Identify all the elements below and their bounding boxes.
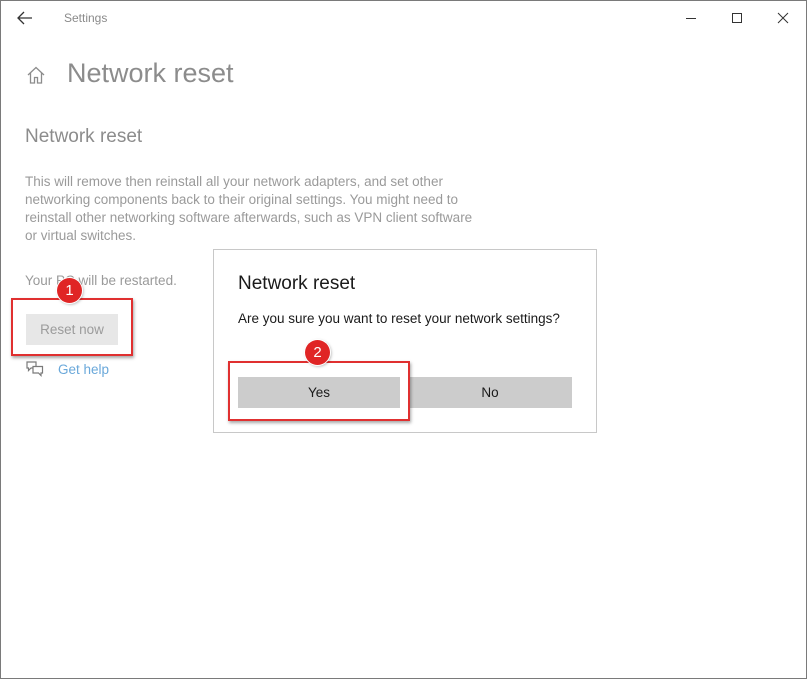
maximize-icon bbox=[732, 13, 742, 23]
maximize-button[interactable] bbox=[714, 1, 760, 35]
step-badge-1: 1 bbox=[57, 278, 82, 303]
chat-help-icon bbox=[26, 361, 44, 377]
minimize-icon bbox=[686, 18, 696, 19]
step-badge-2: 2 bbox=[305, 340, 330, 365]
title-bar: Settings bbox=[1, 1, 806, 35]
close-icon bbox=[777, 12, 789, 24]
close-button[interactable] bbox=[760, 1, 806, 35]
settings-window: Settings Network reset Network reset Thi… bbox=[0, 0, 807, 679]
dialog-title: Network reset bbox=[238, 273, 356, 294]
home-button[interactable] bbox=[25, 64, 47, 86]
section-title: Network reset bbox=[25, 126, 143, 147]
reset-description: This will remove then reinstall all your… bbox=[25, 174, 473, 243]
page-title: Network reset bbox=[67, 58, 234, 88]
restart-note: Your PC will be restarted. bbox=[25, 273, 177, 288]
get-help-icon-wrap[interactable] bbox=[25, 360, 45, 378]
window-title: Settings bbox=[64, 11, 108, 25]
dialog-message: Are you sure you want to reset your netw… bbox=[238, 311, 560, 326]
annotation-highlight-reset bbox=[11, 298, 133, 356]
home-icon bbox=[27, 66, 45, 84]
no-button[interactable]: No bbox=[408, 377, 572, 408]
minimize-button[interactable] bbox=[668, 1, 714, 35]
back-button[interactable] bbox=[13, 7, 37, 29]
back-arrow-icon bbox=[17, 11, 32, 25]
annotation-highlight-yes bbox=[228, 361, 410, 421]
get-help-link[interactable]: Get help bbox=[58, 362, 109, 377]
